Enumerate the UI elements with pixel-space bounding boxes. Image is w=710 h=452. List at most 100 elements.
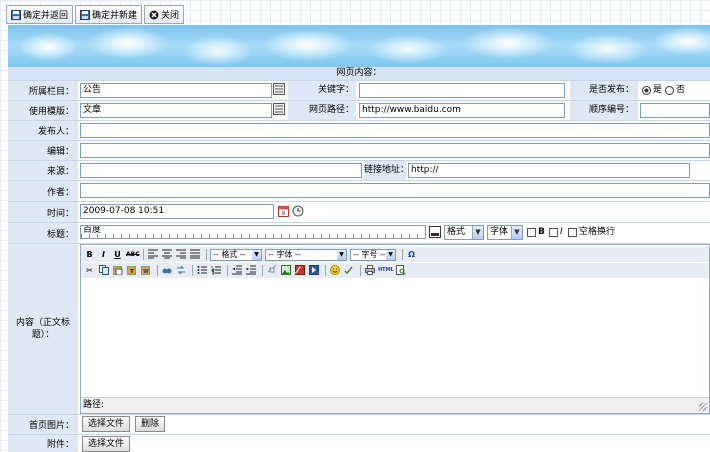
author-field[interactable] (80, 183, 710, 198)
close-button[interactable]: 关闭 (144, 5, 185, 24)
color-picker-icon[interactable] (429, 226, 441, 244)
form-row-content: 内容（正文标题）： B I U ABC -- 格式 -- ▼ -- 字体 -- ▼ … (8, 244, 710, 414)
form-row-template: 使用模版： 文章 网页路径： http://www.baidu.com 顺序编号… (8, 101, 710, 120)
source-field[interactable] (80, 163, 362, 178)
clock-icon[interactable] (292, 205, 304, 223)
content-font-select[interactable]: -- 字体 -- ▼ (265, 248, 347, 261)
editor-field[interactable] (80, 143, 710, 158)
time-field[interactable]: 2009-07-08 10:51 (80, 204, 274, 219)
title-ruler (81, 234, 425, 238)
content-format-select[interactable]: -- 格式 -- ▼ (210, 248, 262, 261)
template-label: 使用模版： (8, 101, 78, 120)
chevron-down-icon: ▼ (386, 249, 395, 260)
paste-icon[interactable] (112, 265, 123, 276)
order-field[interactable] (640, 103, 710, 118)
toolbar-separator (262, 265, 263, 276)
attachment-label: 附件： (8, 435, 78, 452)
replace-icon[interactable] (175, 265, 186, 276)
source-label: 来源： (8, 161, 78, 180)
print-icon[interactable] (364, 265, 375, 276)
chevron-down-icon: ▼ (472, 226, 483, 239)
calendar-icon[interactable]: 8 (278, 205, 289, 223)
unordered-list-icon[interactable] (196, 265, 207, 276)
publish-yes-radio[interactable] (642, 86, 651, 101)
toolbar-separator (192, 265, 193, 276)
link-field[interactable]: http:// (408, 163, 690, 178)
link-label: 链接地址： (364, 165, 410, 175)
bold-icon[interactable]: B (84, 249, 95, 260)
link-icon[interactable] (266, 264, 277, 276)
copy-icon[interactable] (98, 265, 109, 276)
editor-path-label: 路径: (83, 400, 105, 410)
title-font-select[interactable]: 字体 ▼ (487, 225, 523, 240)
special-char-icon[interactable]: Ω (406, 249, 417, 260)
toolbar-separator (157, 265, 158, 276)
find-icon[interactable] (161, 265, 172, 276)
form-row-editor: 编辑： (8, 141, 710, 160)
content-font-value: -- 字体 -- (268, 249, 301, 259)
underline-icon[interactable]: U (112, 249, 123, 260)
italic-icon[interactable]: I (98, 249, 109, 260)
align-center-icon[interactable] (161, 249, 172, 260)
column-field[interactable]: 公告 (80, 83, 272, 98)
content-size-select[interactable]: -- 字号 -- ▼ (350, 248, 396, 261)
image-icon[interactable] (280, 265, 291, 276)
publisher-label: 发布人： (8, 121, 78, 140)
column-picker-icon[interactable] (273, 83, 285, 101)
ordered-list-icon[interactable] (210, 265, 221, 276)
template-picker-icon[interactable] (273, 103, 285, 121)
title-field[interactable]: 百度 (80, 225, 426, 239)
resize-handle-icon[interactable] (699, 403, 707, 411)
save-icon (80, 9, 91, 20)
form-row-author: 作者： (8, 181, 710, 201)
align-left-icon[interactable] (147, 249, 158, 260)
paste-text-icon[interactable]: T (126, 265, 137, 276)
close-icon (149, 10, 159, 19)
form-row-title: 标题： 百度 格式 ▼ 字体 ▼ B I 空格换行 (8, 223, 710, 243)
space-wrap-checkbox[interactable] (568, 228, 577, 237)
home-image-choose-button[interactable]: 选择文件 (82, 416, 131, 432)
attachment-choose-button[interactable]: 选择文件 (82, 436, 131, 452)
publish-yes-label: 是 (653, 85, 663, 95)
save-new-button[interactable]: 确定并新建 (75, 5, 143, 24)
template-field[interactable]: 文章 (80, 103, 272, 118)
media-icon[interactable] (308, 265, 319, 276)
bold-label: B (538, 227, 545, 237)
editor-toolbar-2: ✂ T W HTML (81, 263, 709, 278)
publish-no-radio[interactable] (665, 86, 674, 101)
form-row-attachment: 附件： 选择文件 (8, 435, 710, 452)
cut-icon[interactable]: ✂ (84, 265, 95, 276)
emoticon-icon[interactable] (329, 265, 340, 276)
form-row-time: 时间： 2009-07-08 10:51 8 (8, 202, 710, 222)
paste-word-icon[interactable]: W (140, 265, 151, 276)
toolbar-separator (227, 265, 228, 276)
align-justify-icon[interactable] (189, 249, 200, 260)
svg-text:T: T (130, 269, 134, 275)
title-label: 标题： (8, 223, 78, 243)
title-format-select[interactable]: 格式 ▼ (444, 225, 484, 240)
column-label: 所属栏目： (8, 81, 78, 100)
home-image-delete-button[interactable]: 删除 (135, 416, 166, 432)
bold-checkbox[interactable] (527, 228, 536, 237)
editor-content-area[interactable] (81, 279, 709, 397)
align-right-icon[interactable] (175, 249, 186, 260)
section-title: 网页内容： (8, 67, 710, 80)
strikethrough-icon[interactable]: ABC (126, 249, 140, 260)
space-wrap-label: 空格换行 (579, 227, 616, 237)
outdent-icon[interactable] (231, 265, 242, 276)
form-row-home-image: 首页图片： 选择文件 删除 (8, 415, 710, 434)
indent-icon[interactable] (245, 265, 256, 276)
keywords-field[interactable] (359, 83, 565, 98)
toolbar-separator (360, 265, 361, 276)
save-return-button[interactable]: 确定并返回 (6, 5, 74, 24)
editor-label: 编辑： (8, 141, 78, 160)
flash-icon[interactable] (294, 265, 305, 276)
content-format-value: -- 格式 -- (213, 249, 246, 259)
html-source-icon[interactable]: HTML (378, 265, 394, 276)
home-image-label: 首页图片： (8, 415, 78, 434)
spellcheck-icon[interactable] (343, 265, 354, 276)
italic-checkbox[interactable] (549, 228, 558, 237)
page-path-field[interactable]: http://www.baidu.com (359, 103, 565, 118)
preview-icon[interactable] (395, 265, 406, 276)
publisher-field[interactable] (80, 123, 710, 138)
